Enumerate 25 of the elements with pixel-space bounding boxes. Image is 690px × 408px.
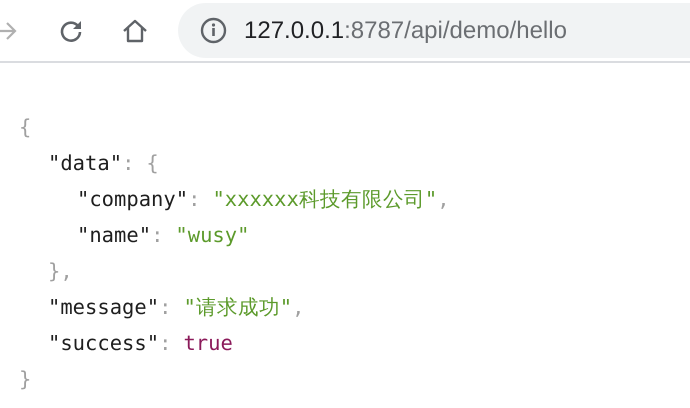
json-key: "name" — [77, 217, 152, 253]
comma: , — [292, 294, 304, 321]
colon: : — [122, 150, 134, 177]
info-icon[interactable] — [200, 17, 227, 44]
open-brace: { — [146, 150, 159, 177]
string-value: "xxxxxx科技有限公司" — [212, 186, 438, 213]
colon: : — [151, 222, 164, 249]
close-brace: } — [19, 366, 32, 393]
json-key: "success" — [48, 325, 160, 361]
json-key: "company" — [77, 181, 188, 217]
json-key: "message" — [48, 289, 160, 325]
colon: : — [188, 186, 200, 213]
home-icon[interactable] — [121, 18, 149, 44]
json-key: "data" — [48, 145, 122, 181]
url-text: 127.0.0.1:8787/api/demo/hello — [244, 16, 567, 46]
open-brace: { — [19, 114, 32, 141]
string-value: "wusy" — [175, 222, 250, 249]
colon: : — [159, 330, 172, 357]
address-bar[interactable]: 127.0.0.1:8787/api/demo/hello — [178, 3, 690, 58]
comma: , — [437, 186, 450, 213]
boolean-value: true — [183, 330, 233, 357]
colon: : — [159, 294, 172, 321]
close-brace: } — [48, 258, 60, 285]
comma: , — [60, 258, 73, 285]
string-value: "请求成功" — [183, 294, 292, 321]
